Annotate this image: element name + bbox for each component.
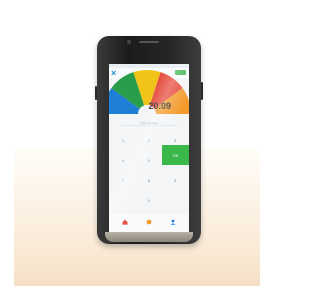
device-base (105, 232, 193, 242)
amount-row: 20.09 (109, 100, 189, 114)
product-photo: × 20.09 Input amount 1 2 3 4 5 6 7 8 (0, 0, 274, 295)
key-2[interactable]: 2 (136, 130, 162, 150)
key-0[interactable]: 0 (136, 190, 162, 210)
bottom-nav (109, 214, 189, 232)
front-camera (127, 40, 131, 44)
key-7[interactable]: 7 (110, 170, 136, 190)
key-blank[interactable] (110, 190, 136, 210)
user-icon[interactable] (170, 219, 176, 225)
key-4[interactable]: 4 (110, 150, 136, 170)
home-icon[interactable] (122, 219, 128, 225)
side-button-right (201, 82, 203, 100)
star-icon[interactable] (146, 219, 152, 225)
device-screen: × 20.09 Input amount 1 2 3 4 5 6 7 8 (109, 64, 189, 232)
side-button-left (95, 86, 97, 100)
pos-device: × 20.09 Input amount 1 2 3 4 5 6 7 8 (95, 36, 203, 244)
amount-display: 20.09 (148, 101, 171, 111)
ok-button[interactable]: OK (162, 145, 189, 165)
key-5[interactable]: 5 (136, 150, 162, 170)
key-8[interactable]: 8 (136, 170, 162, 190)
earpiece (139, 41, 159, 43)
divider (121, 125, 177, 126)
key-9[interactable]: 9 (162, 170, 188, 190)
key-1[interactable]: 1 (110, 130, 136, 150)
